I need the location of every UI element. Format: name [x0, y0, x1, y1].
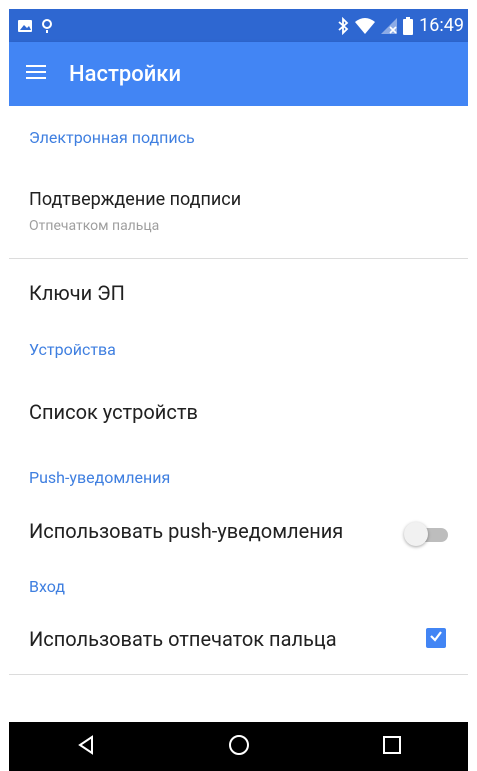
screen-edge-left: [0, 0, 9, 771]
recents-icon: [382, 735, 401, 758]
switch-thumb: [404, 522, 428, 546]
section-header-signature: Электронная подпись: [29, 128, 195, 147]
page-title: Настройки: [69, 61, 182, 87]
location-pin-icon: [41, 18, 53, 34]
checkmark-icon: [428, 628, 444, 648]
system-nav-bar: [9, 722, 468, 771]
pref-title: Использовать отпечаток пальца: [29, 627, 337, 651]
pref-summary: Отпечатком пальца: [29, 218, 160, 234]
pref-use-push[interactable]: Использовать push-уведомления: [29, 519, 389, 543]
hamburger-menu-icon: [26, 64, 46, 84]
pref-use-fingerprint[interactable]: Использовать отпечаток пальца: [29, 627, 409, 651]
status-bar: 16:49: [9, 9, 468, 42]
wifi-icon: [355, 17, 376, 34]
pref-title: Ключи ЭП: [29, 281, 125, 305]
recents-button[interactable]: [362, 722, 422, 771]
home-button[interactable]: [209, 722, 269, 771]
section-header-push: Push-уведомления: [29, 468, 171, 487]
bluetooth-icon: [337, 16, 349, 35]
section-header-login: Вход: [29, 577, 65, 596]
battery-icon: [403, 16, 414, 35]
pref-signature-confirmation[interactable]: Подтверждение подписи Отпечатком пальца: [29, 189, 449, 234]
app-toolbar: Настройки: [9, 42, 468, 106]
pref-device-list[interactable]: Список устройств: [29, 400, 449, 424]
settings-list: Электронная подпись Подтверждение подпис…: [9, 106, 468, 722]
status-time: 16:49: [419, 15, 464, 36]
home-icon: [228, 734, 250, 760]
divider: [9, 674, 468, 675]
pref-title: Использовать push-уведомления: [29, 519, 344, 543]
image-icon: [17, 18, 33, 34]
divider: [9, 258, 468, 259]
section-header-devices: Устройства: [29, 340, 116, 359]
back-button[interactable]: [56, 722, 116, 771]
fingerprint-checkbox[interactable]: [426, 628, 446, 648]
screen-edge-right: [468, 0, 477, 771]
pref-title: Список устройств: [29, 400, 198, 424]
pref-title: Подтверждение подписи: [29, 189, 242, 210]
back-icon: [76, 734, 96, 759]
app-screen: 16:49 Настройки Электронная подпись Подт…: [0, 0, 477, 771]
push-toggle-switch[interactable]: [404, 521, 450, 547]
pref-signature-keys[interactable]: Ключи ЭП: [29, 281, 449, 305]
cellular-no-signal-icon: [381, 17, 398, 34]
menu-button[interactable]: [9, 42, 63, 106]
